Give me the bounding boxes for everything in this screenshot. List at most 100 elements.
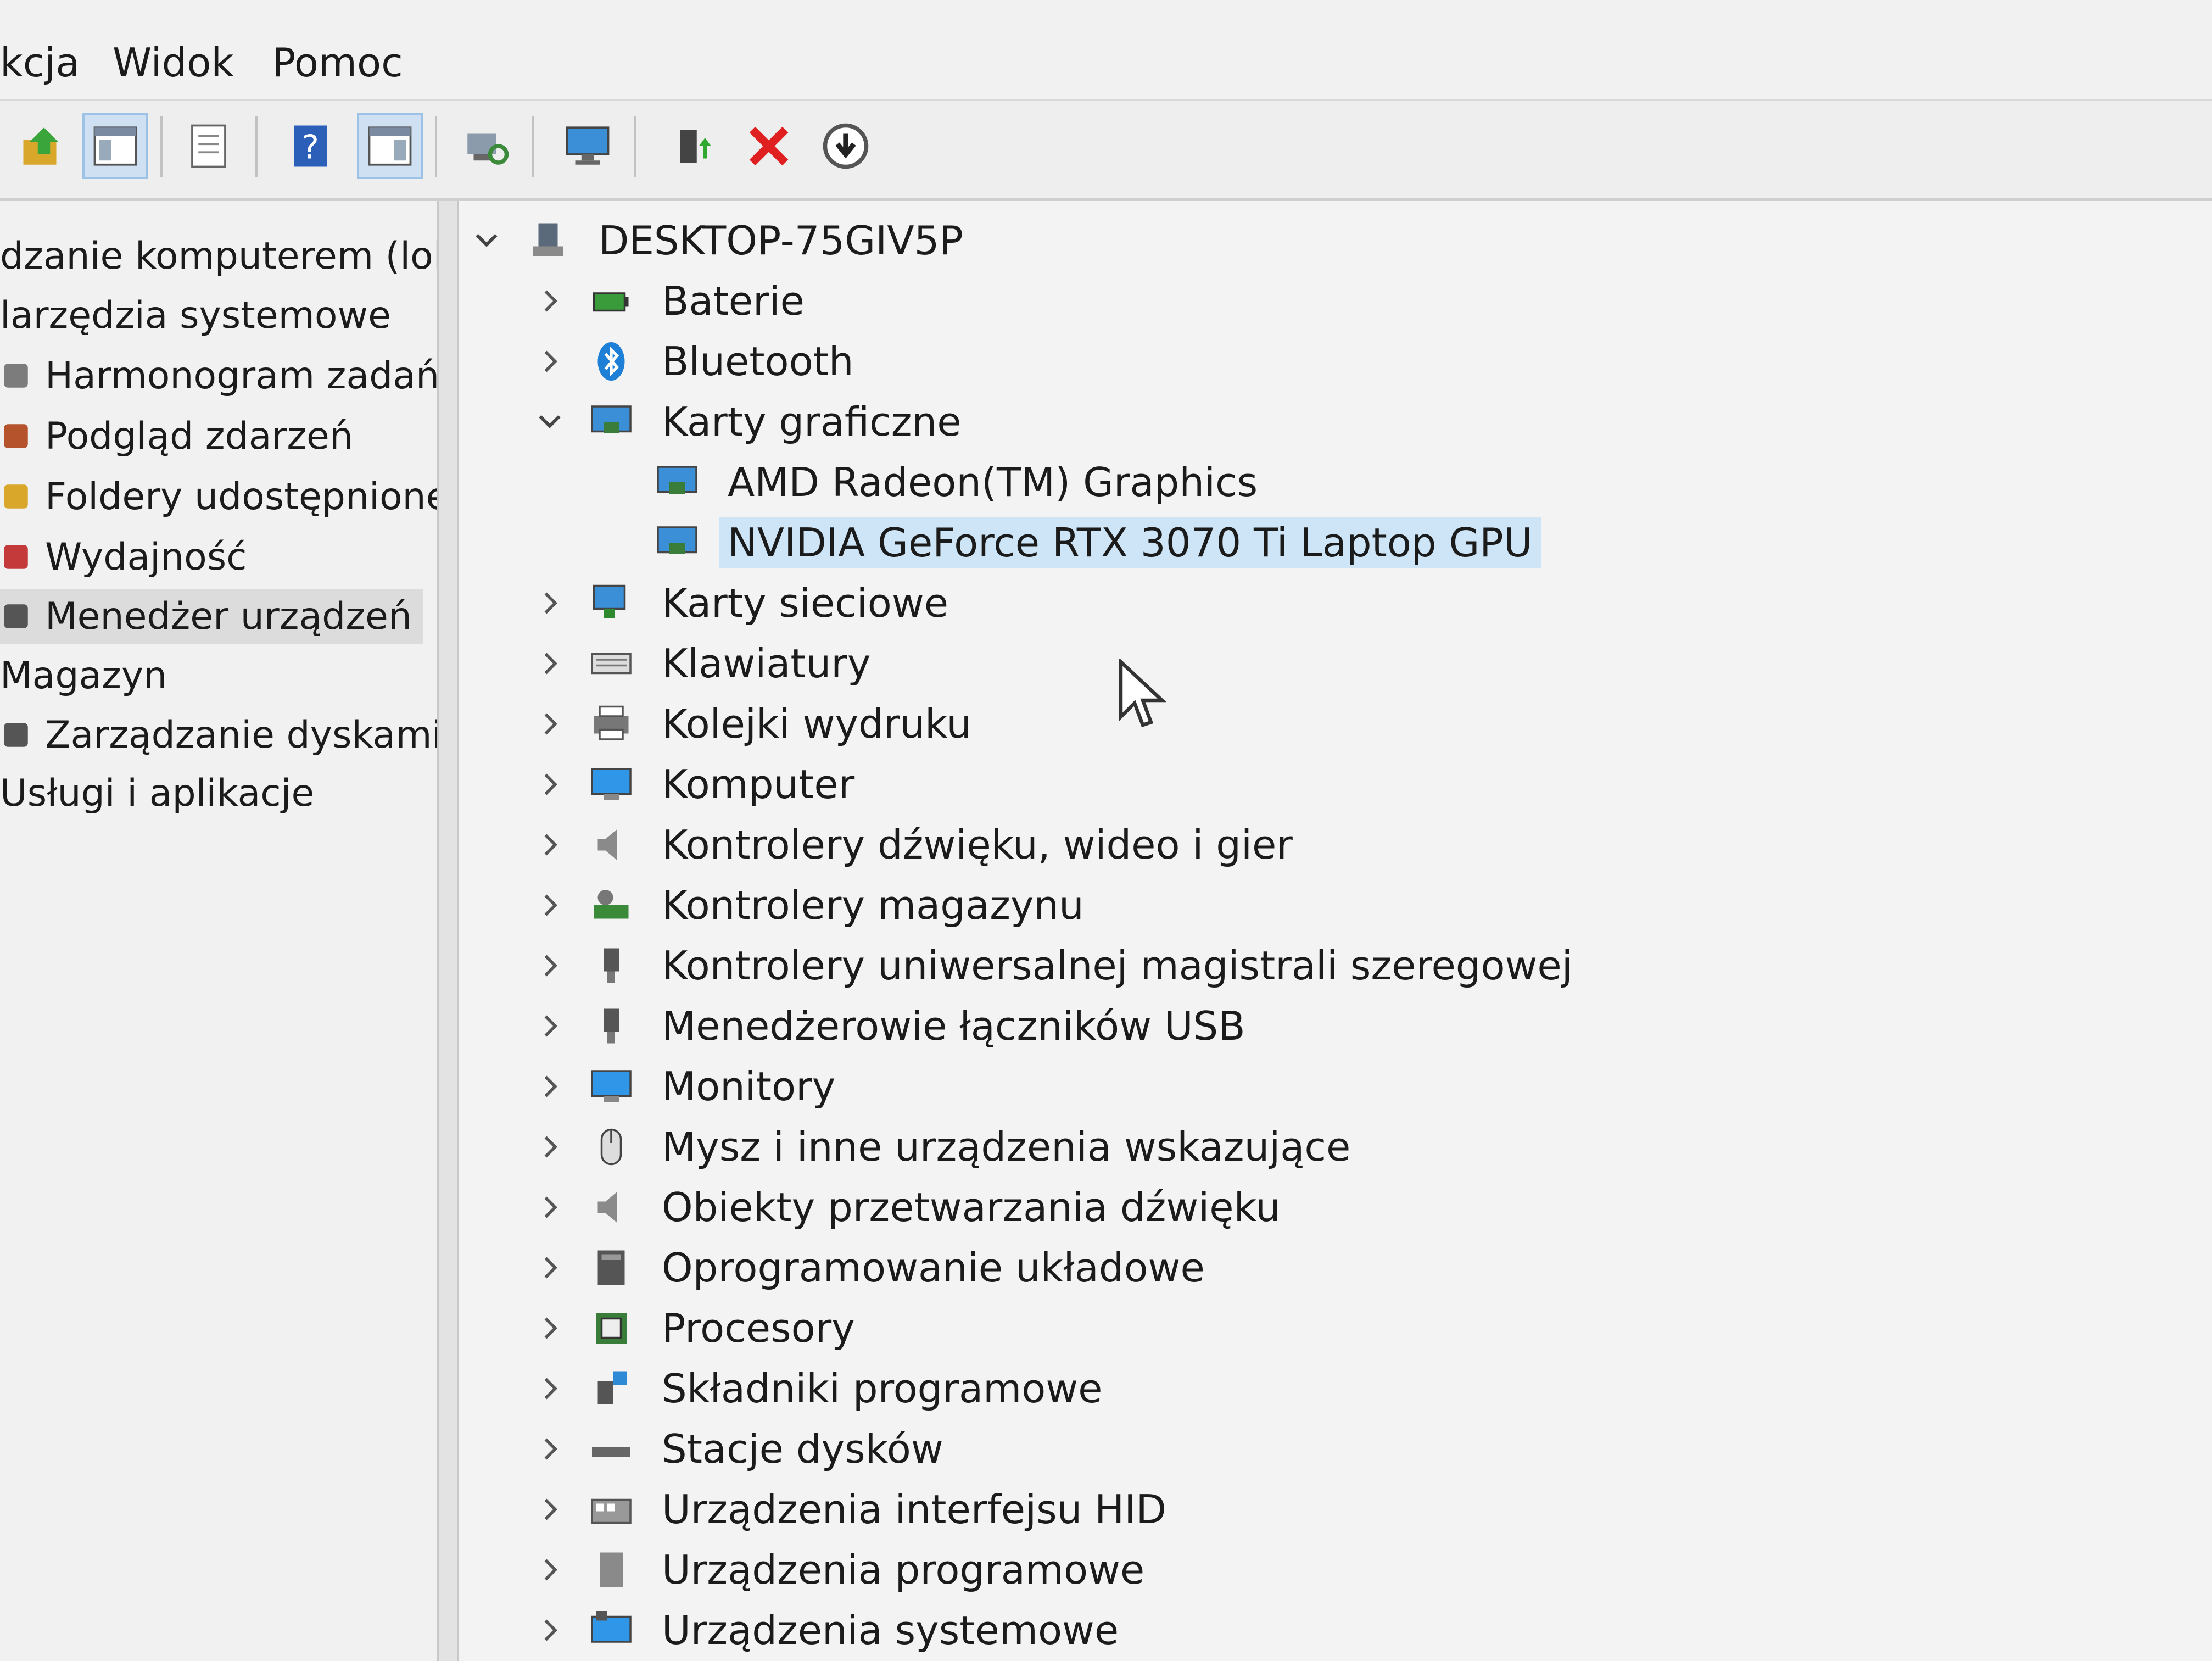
chevron-right-icon[interactable] [533,1614,566,1647]
device-label: Menedżerowie łączników USB [662,1003,1245,1049]
task-scheduler-icon [4,364,28,388]
chevron-right-icon[interactable] [533,889,566,922]
properties-icon [191,124,226,168]
device-category-row[interactable]: Baterie [533,272,813,330]
chevron-right-icon[interactable] [533,707,566,740]
show-hide-action-pane-icon [368,126,412,166]
chevron-right-icon[interactable] [533,1433,566,1465]
device-category-row[interactable]: Komputer [533,756,863,813]
up-folder-button[interactable] [11,113,77,179]
device-category-row[interactable]: Stacje dysków [533,1420,952,1478]
chevron-right-icon[interactable] [533,1191,566,1224]
device-category-row[interactable]: Klawiatury [533,635,879,692]
download-driver-button[interactable] [813,113,879,179]
chevron-down-icon[interactable] [533,405,566,438]
chevron-right-icon[interactable] [533,345,566,378]
device-category-row[interactable]: Menedżerowie łączników USB [533,997,1254,1055]
chevron-right-icon[interactable] [533,828,566,861]
device-category-row[interactable]: Monitory [533,1058,844,1115]
printer-icon [594,705,629,740]
help-button[interactable]: ? [277,113,343,179]
show-hide-console-tree-button[interactable] [82,113,148,179]
device-row[interactable]: NVIDIA GeForce RTX 3070 Ti Laptop GPU [599,514,1541,571]
console-tree-item[interactable]: larzędzia systemowe [0,288,391,343]
device-manager-icon [4,604,28,628]
console-tree-item[interactable]: Menedżer urządzeń [0,589,423,644]
chevron-right-icon[interactable] [533,1130,566,1163]
mouse-icon [600,1128,622,1166]
console-tree-item[interactable]: Wydajność [0,529,247,584]
device-label: Bluetooth [662,338,854,384]
show-hide-action-pane-button[interactable] [357,113,423,179]
device-label: Karty graficzne [662,399,962,445]
console-tree-item[interactable]: Harmonogram zadań [0,348,437,403]
console-tree-item[interactable]: Podgląd zdarzeń [0,409,353,464]
chevron-right-icon[interactable] [533,1553,566,1586]
chevron-right-icon[interactable] [533,768,566,801]
device-category-row[interactable]: Urządzenia systemowe [533,1602,1127,1659]
computer-monitor-button[interactable] [555,113,621,179]
firmware-icon [597,1250,625,1285]
chevron-down-icon[interactable] [470,224,503,257]
device-label: DESKTOP-75GIV5P [599,218,963,264]
console-tree-item-label: larzędzia systemowe [0,293,391,337]
help-icon: ? [294,125,327,167]
console-tree-item-label: Magazyn [0,654,167,698]
chevron-right-icon[interactable] [533,1251,566,1284]
device-category-row[interactable]: Składniki programowe [533,1360,1111,1417]
console-tree-item[interactable]: Usługi i aplikacje [0,766,314,821]
console-tree-item-label: Wydajność [45,535,247,579]
disk-drive-icon [592,1447,630,1457]
pane-splitter[interactable] [437,201,459,1661]
console-tree-item[interactable]: Zarządzanie dyskami [0,707,437,762]
menu-help[interactable]: Pomoc [272,40,403,86]
chevron-right-icon[interactable] [533,1312,566,1345]
chevron-right-icon[interactable] [533,1070,566,1103]
scan-hardware-button[interactable] [453,113,519,179]
software-component-icon [597,1371,627,1404]
menu-view[interactable]: Widok [113,40,234,86]
device-category-row[interactable]: Urządzenia programowe [533,1541,1153,1598]
device-category-row[interactable]: Kolejki wydruku [533,695,980,753]
uninstall-device-button[interactable] [736,113,802,179]
chevron-right-icon[interactable] [533,949,566,982]
chevron-right-icon[interactable] [533,1493,566,1526]
chevron-right-icon[interactable] [533,647,566,680]
device-category-row[interactable]: Mysz i inne urządzenia wskazujące [533,1118,1359,1175]
console-tree-pane: dzanie komputerem (loka larzędzia systemo… [0,201,437,1661]
shared-folders-icon [4,484,28,509]
device-label: Urządzenia systemowe [662,1607,1119,1653]
console-tree-item-label: dzanie komputerem (loka [0,234,437,278]
chevron-right-icon[interactable] [533,1372,566,1405]
mouse-cursor-icon [1119,659,1167,728]
console-tree-item[interactable]: Foldery udostępnione [0,469,437,524]
console-tree-item-label: Usługi i aplikacje [0,771,315,815]
computer-monitor-icon [566,126,610,165]
chevron-right-icon[interactable] [533,587,566,620]
device-category-row[interactable]: Bluetooth [533,333,863,390]
console-tree-item-label: Harmonogram zadań [45,354,437,398]
device-row[interactable]: AMD Radeon(TM) Graphics [599,454,1266,511]
device-category-row[interactable]: Obiekty przetwarzania dźwięku [533,1179,1289,1236]
device-category-row[interactable]: Kontrolery magazynu [533,877,1093,934]
network-adapter-icon [593,584,626,618]
console-tree-item[interactable]: Magazyn [0,648,167,703]
device-label: NVIDIA GeForce RTX 3070 Ti Laptop GPU [719,517,1541,568]
chevron-right-icon[interactable] [533,1010,566,1043]
device-tree-root[interactable]: DESKTOP-75GIV5P [470,212,972,269]
menu-action[interactable]: kcja [0,40,80,86]
console-tree-item[interactable]: dzanie komputerem (loka [0,228,437,283]
chevron-right-icon[interactable] [533,285,566,317]
device-category-row[interactable]: Kontrolery dźwięku, wideo i gier [533,816,1301,873]
device-category-row[interactable]: Karty sieciowe [533,575,957,632]
speaker-icon [597,829,617,860]
device-category-row[interactable]: Urządzenia interfejsu HID [533,1481,1175,1538]
device-category-row[interactable]: Oprogramowanie układowe [533,1239,1214,1296]
update-driver-button[interactable] [662,113,728,179]
device-category-row[interactable]: Kontrolery uniwersalnej magistrali szere… [533,937,1582,994]
device-category-row[interactable]: Procesory [533,1300,864,1357]
device-category-row[interactable]: Karty graficzne [533,393,970,450]
properties-button[interactable] [176,113,242,179]
device-label: Urządzenia interfejsu HID [662,1486,1166,1532]
device-label: Kolejki wydruku [662,701,972,747]
